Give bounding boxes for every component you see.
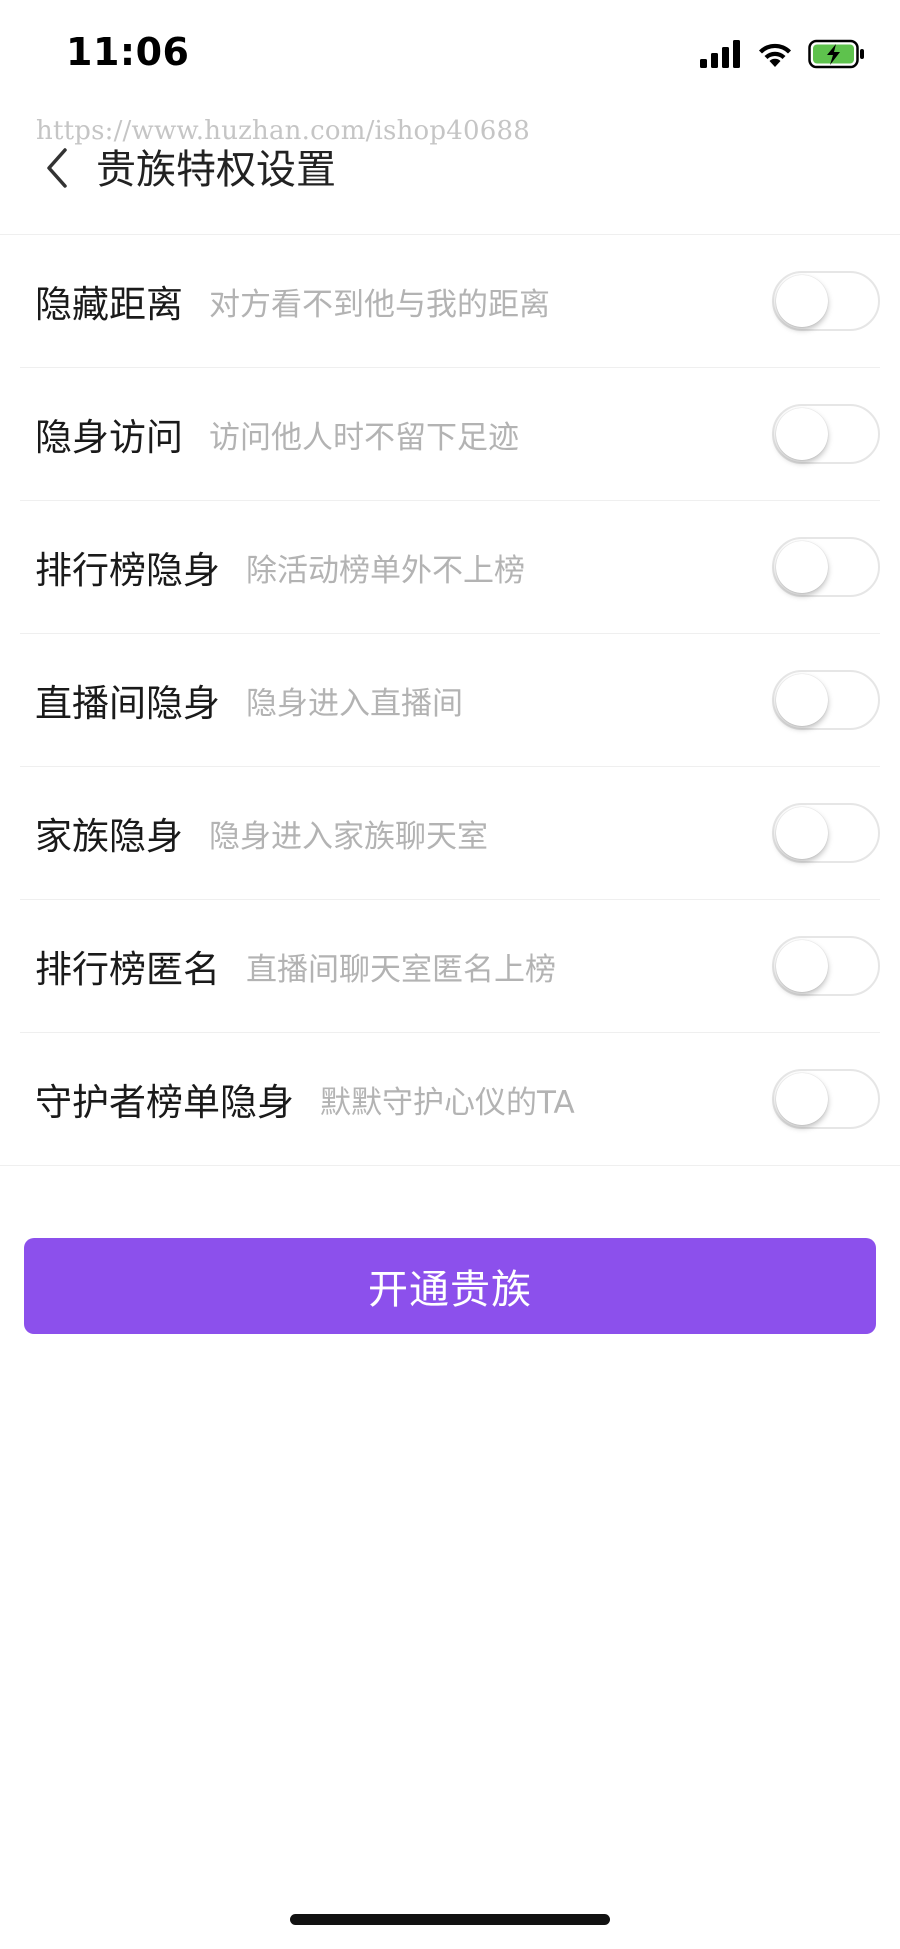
signal-icon (700, 40, 742, 68)
setting-row-guardian-invisible: 守护者榜单隐身 默默守护心仪的TA (20, 1033, 880, 1165)
toggle-switch[interactable] (772, 271, 880, 331)
setting-description: 隐身进入直播间 (246, 685, 463, 722)
chevron-left-icon (43, 146, 73, 194)
setting-description: 对方看不到他与我的距离 (209, 286, 550, 323)
toggle-knob (776, 541, 828, 593)
toggle-switch[interactable] (772, 670, 880, 730)
toggle-knob (776, 275, 828, 327)
setting-title: 直播间隐身 (35, 682, 220, 725)
toggle-switch[interactable] (772, 404, 880, 464)
home-indicator[interactable] (290, 1914, 610, 1925)
setting-title: 家族隐身 (35, 815, 183, 858)
status-icons (700, 36, 866, 72)
setting-title: 排行榜匿名 (35, 948, 220, 991)
setting-row-invisible-visit: 隐身访问 访问他人时不留下足迹 (20, 368, 880, 501)
setting-title: 隐身访问 (35, 416, 183, 459)
setting-description: 访问他人时不留下足迹 (209, 419, 519, 456)
setting-description: 直播间聊天室匿名上榜 (246, 951, 556, 988)
settings-list: 隐藏距离 对方看不到他与我的距离 隐身访问 访问他人时不留下足迹 排行榜隐身 除… (0, 235, 900, 1166)
toggle-switch[interactable] (772, 537, 880, 597)
setting-title: 排行榜隐身 (35, 549, 220, 592)
setting-description: 默默守护心仪的TA (320, 1084, 575, 1121)
toggle-knob (776, 807, 828, 859)
battery-charging-icon (808, 39, 866, 69)
setting-description: 除活动榜单外不上榜 (246, 552, 525, 589)
open-nobility-button[interactable]: 开通贵族 (24, 1238, 876, 1334)
toggle-knob (776, 674, 828, 726)
back-button[interactable] (28, 130, 88, 210)
setting-row-family-invisible: 家族隐身 隐身进入家族聊天室 (20, 767, 880, 900)
page-title: 贵族特权设置 (96, 147, 336, 193)
toggle-switch[interactable] (772, 1069, 880, 1129)
toggle-knob (776, 940, 828, 992)
status-time: 11:06 (66, 30, 190, 74)
toggle-switch[interactable] (772, 803, 880, 863)
setting-row-ranking-anonymous: 排行榜匿名 直播间聊天室匿名上榜 (20, 900, 880, 1033)
wifi-icon (756, 40, 794, 68)
setting-title: 隐藏距离 (35, 283, 183, 326)
setting-row-ranking-invisible: 排行榜隐身 除活动榜单外不上榜 (20, 501, 880, 634)
status-bar: 11:06 (0, 0, 900, 110)
setting-title: 守护者榜单隐身 (35, 1081, 294, 1124)
toggle-knob (776, 1073, 828, 1125)
toggle-switch[interactable] (772, 936, 880, 996)
setting-row-live-room-invisible: 直播间隐身 隐身进入直播间 (20, 634, 880, 767)
setting-description: 隐身进入家族聊天室 (209, 818, 488, 855)
nav-bar: 贵族特权设置 (0, 110, 900, 235)
setting-row-hide-distance: 隐藏距离 对方看不到他与我的距离 (20, 235, 880, 368)
toggle-knob (776, 408, 828, 460)
